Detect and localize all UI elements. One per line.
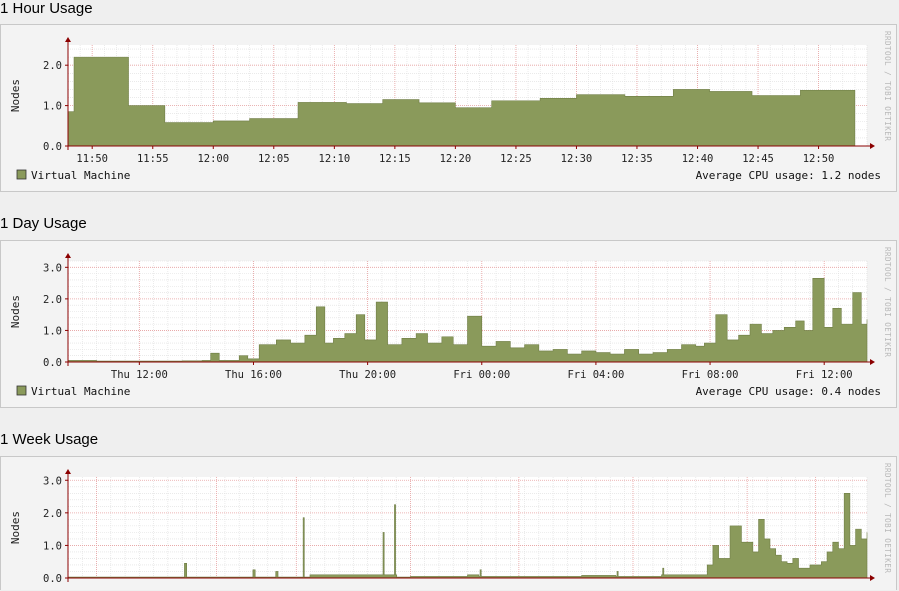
x-tick-label: Fri 08:00 bbox=[682, 369, 739, 381]
x-tick-label: 11:50 bbox=[76, 153, 108, 165]
x-tick-label: 12:40 bbox=[682, 153, 714, 165]
x-tick-label: 11:55 bbox=[137, 153, 169, 165]
day-usage-chart: 0.0 1.0 2.0 3.0 Thu 12:00 Thu 16:00 Thu 20:00 F… bbox=[9, 247, 892, 398]
legend-label: Virtual Machine bbox=[31, 385, 130, 398]
summary-text: Average CPU usage: 0.4 nodes bbox=[696, 385, 881, 398]
summary-text: Average CPU usage: 1.2 nodes bbox=[696, 169, 881, 182]
y-tick-label: 2.0 bbox=[43, 60, 62, 72]
x-axis-arrow bbox=[870, 575, 875, 581]
y-tick-label: 1.0 bbox=[43, 540, 62, 552]
y-axis-arrow bbox=[65, 253, 71, 258]
x-tick-label: Thu 20:00 bbox=[339, 369, 396, 381]
legend-swatch bbox=[16, 169, 27, 180]
x-tick-label: 12:45 bbox=[742, 153, 774, 165]
x-tick-label: 12:30 bbox=[561, 153, 593, 165]
x-tick-label: Thu 16:00 bbox=[225, 369, 282, 381]
legend-swatch bbox=[16, 385, 27, 396]
y-tick-label: 1.0 bbox=[43, 325, 62, 337]
chart-panel-day: 0.0 1.0 2.0 3.0 Thu 12:00 Thu 16:00 Thu 20:00 F… bbox=[0, 240, 897, 408]
chart-title-day: 1 Day Usage bbox=[0, 215, 87, 232]
x-tick-label: 12:50 bbox=[803, 153, 835, 165]
x-tick-label: Fri 04:00 bbox=[567, 369, 624, 381]
y-axis-arrow bbox=[65, 37, 71, 42]
x-tick-label: 12:00 bbox=[197, 153, 229, 165]
y-tick-label: 2.0 bbox=[43, 294, 62, 306]
rrdtool-watermark: RRDTOOL / TOBI OETIKER bbox=[883, 31, 892, 141]
x-axis-arrow bbox=[870, 143, 875, 149]
y-tick-label: 0.0 bbox=[43, 357, 62, 369]
chart-panel-hour: 0.0 1.0 2.0 11:50 11:55 12:00 12:05 12:10 12:15 1… bbox=[0, 24, 897, 192]
y-axis-label: Nodes bbox=[9, 295, 22, 328]
y-axis-label: Nodes bbox=[9, 79, 22, 112]
legend-label: Virtual Machine bbox=[31, 169, 130, 182]
x-tick-label: Thu 12:00 bbox=[111, 369, 168, 381]
x-axis-arrow bbox=[870, 359, 875, 365]
y-tick-label: 2.0 bbox=[43, 508, 62, 520]
y-tick-label: 3.0 bbox=[43, 262, 62, 274]
y-tick-label: 3.0 bbox=[43, 475, 62, 487]
x-tick-label: Fri 00:00 bbox=[453, 369, 510, 381]
chart-title-hour: 1 Hour Usage bbox=[0, 0, 93, 17]
y-axis-arrow bbox=[65, 469, 71, 474]
rrdtool-watermark: RRDTOOL / TOBI OETIKER bbox=[883, 247, 892, 357]
x-tick-label: 12:25 bbox=[500, 153, 532, 165]
x-tick-label: 12:35 bbox=[621, 153, 653, 165]
x-tick-label: 12:10 bbox=[319, 153, 351, 165]
y-tick-label: 1.0 bbox=[43, 101, 62, 113]
x-tick-label: Fri 12:00 bbox=[796, 369, 853, 381]
x-tick-label: 12:05 bbox=[258, 153, 290, 165]
week-usage-chart: 0.0 1.0 2.0 3.0 Nodes RRDTOOL / TOBI OETIKER bbox=[9, 463, 892, 585]
y-tick-label: 0.0 bbox=[43, 573, 62, 585]
rrdtool-watermark: RRDTOOL / TOBI OETIKER bbox=[883, 463, 892, 573]
y-axis-label: Nodes bbox=[9, 511, 22, 544]
x-tick-label: 12:20 bbox=[440, 153, 472, 165]
chart-panel-week: 0.0 1.0 2.0 3.0 Nodes RRDTOOL / TOBI OETIKER bbox=[0, 456, 897, 590]
y-tick-label: 0.0 bbox=[43, 141, 62, 153]
chart-title-week: 1 Week Usage bbox=[0, 431, 99, 448]
hour-usage-chart: 0.0 1.0 2.0 11:50 11:55 12:00 12:05 12:10 12:15 1… bbox=[9, 31, 892, 182]
x-tick-label: 12:15 bbox=[379, 153, 411, 165]
